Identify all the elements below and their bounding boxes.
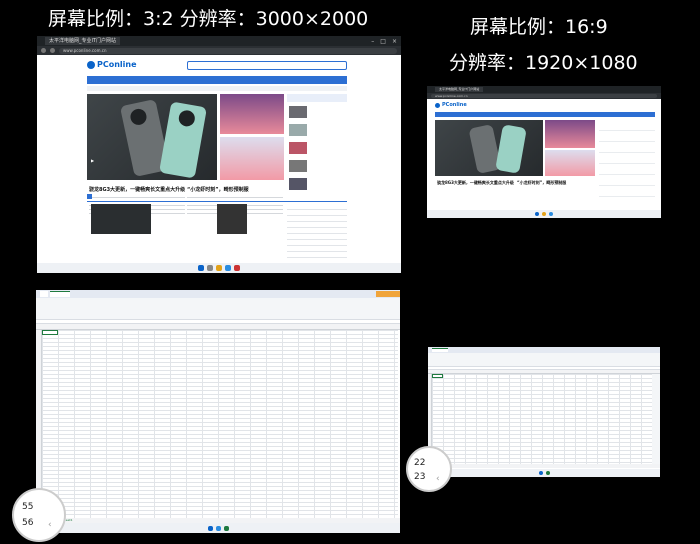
- browser-screenshot-16x9: 太平洋电脑网_专业IT门户网站 www.pconline.com.cn PCon…: [427, 86, 661, 218]
- side-toolbar: [652, 374, 660, 464]
- close-icon[interactable]: ×: [392, 38, 397, 45]
- chevron-left-icon-small: ‹: [436, 474, 440, 484]
- minimize-icon[interactable]: –: [371, 38, 374, 45]
- folder-icon[interactable]: [216, 265, 222, 271]
- ribbon: [36, 298, 400, 320]
- sidebar-thumb-2[interactable]: [289, 124, 307, 136]
- sidebar-thumb-4[interactable]: [289, 160, 307, 172]
- spreadsheet-screenshot-3x2: Sheet1: [36, 290, 400, 533]
- site-nav: [87, 76, 347, 84]
- headline-1[interactable]: 骁龙8G3大更新，一键畅爽长文重点大升级: [89, 186, 185, 193]
- hero-image[interactable]: [87, 94, 217, 180]
- thumb-news-1[interactable]: [220, 94, 284, 134]
- sidebar-header: [287, 94, 347, 102]
- browser-tab-bar: 太平洋电脑网_专业IT门户网站 – □ ×: [37, 36, 401, 46]
- caption-16x9-ratio: 屏幕比例：16:9: [470, 16, 608, 38]
- edge-icon[interactable]: [225, 265, 231, 271]
- workbook-tab[interactable]: [50, 291, 70, 297]
- taskbar: [37, 263, 401, 273]
- browser-tab[interactable]: 太平洋电脑网_专业IT门户网站: [45, 37, 121, 45]
- forward-icon[interactable]: [50, 48, 55, 53]
- start-icon[interactable]: [198, 265, 204, 271]
- spreadsheet-screenshot-16x9: [428, 347, 660, 477]
- browser-tab-small[interactable]: 太平洋电脑网_专业IT门户网站: [435, 87, 484, 92]
- ranking-list: [287, 204, 347, 264]
- site-logo[interactable]: PConline: [87, 60, 137, 69]
- browser-screenshot-3x2: 太平洋电脑网_专业IT门户网站 – □ × www.pconline.com.cn …: [37, 36, 401, 273]
- headline-2-small[interactable]: “小龙虾时刻”，畸形预制服: [517, 180, 566, 186]
- caption-3x2: 屏幕比例：3:2 分辨率：3000×2000: [48, 8, 369, 30]
- magnifier-row-numbers: 55 56 ‹: [12, 488, 66, 542]
- sub-nav: [87, 86, 347, 91]
- magnifier-row-numbers-small: 22 23 ‹: [406, 446, 452, 492]
- sidebar-thumb-3[interactable]: [289, 142, 307, 154]
- thumb-news-2[interactable]: [220, 137, 284, 180]
- sidebar-thumb-5[interactable]: [289, 178, 307, 190]
- search-icon[interactable]: [207, 265, 213, 271]
- app-icon[interactable]: [234, 265, 240, 271]
- section-thumb-2[interactable]: [217, 204, 247, 234]
- headline-2[interactable]: “小龙虾时刻”，畸形预制服: [187, 186, 249, 193]
- selected-cell[interactable]: [42, 330, 58, 335]
- address-bar: www.pconline.com.cn: [37, 46, 401, 55]
- url-field[interactable]: www.pconline.com.cn: [59, 47, 397, 54]
- section-thumb-1[interactable]: [91, 204, 151, 234]
- chevron-left-icon: ‹: [48, 520, 52, 530]
- pconline-logo-icon: [87, 60, 95, 69]
- hero-image-small[interactable]: [435, 120, 543, 176]
- site-logo-small[interactable]: PConline: [435, 102, 467, 108]
- login-button[interactable]: [376, 291, 400, 297]
- sidebar-thumb-1[interactable]: [289, 106, 307, 118]
- site-search-input[interactable]: [187, 61, 347, 70]
- caption-16x9-res: 分辨率：1920×1080: [449, 52, 638, 74]
- phone-mint: [159, 101, 207, 179]
- back-icon[interactable]: [41, 48, 46, 53]
- maximize-icon[interactable]: □: [380, 38, 386, 45]
- url-field-small[interactable]: www.pconline.com.cn: [431, 94, 657, 98]
- headline-1-small[interactable]: 骁龙8G3大更新，一键畅爽长文重点大升级: [437, 180, 514, 186]
- cell-grid[interactable]: [42, 330, 398, 518]
